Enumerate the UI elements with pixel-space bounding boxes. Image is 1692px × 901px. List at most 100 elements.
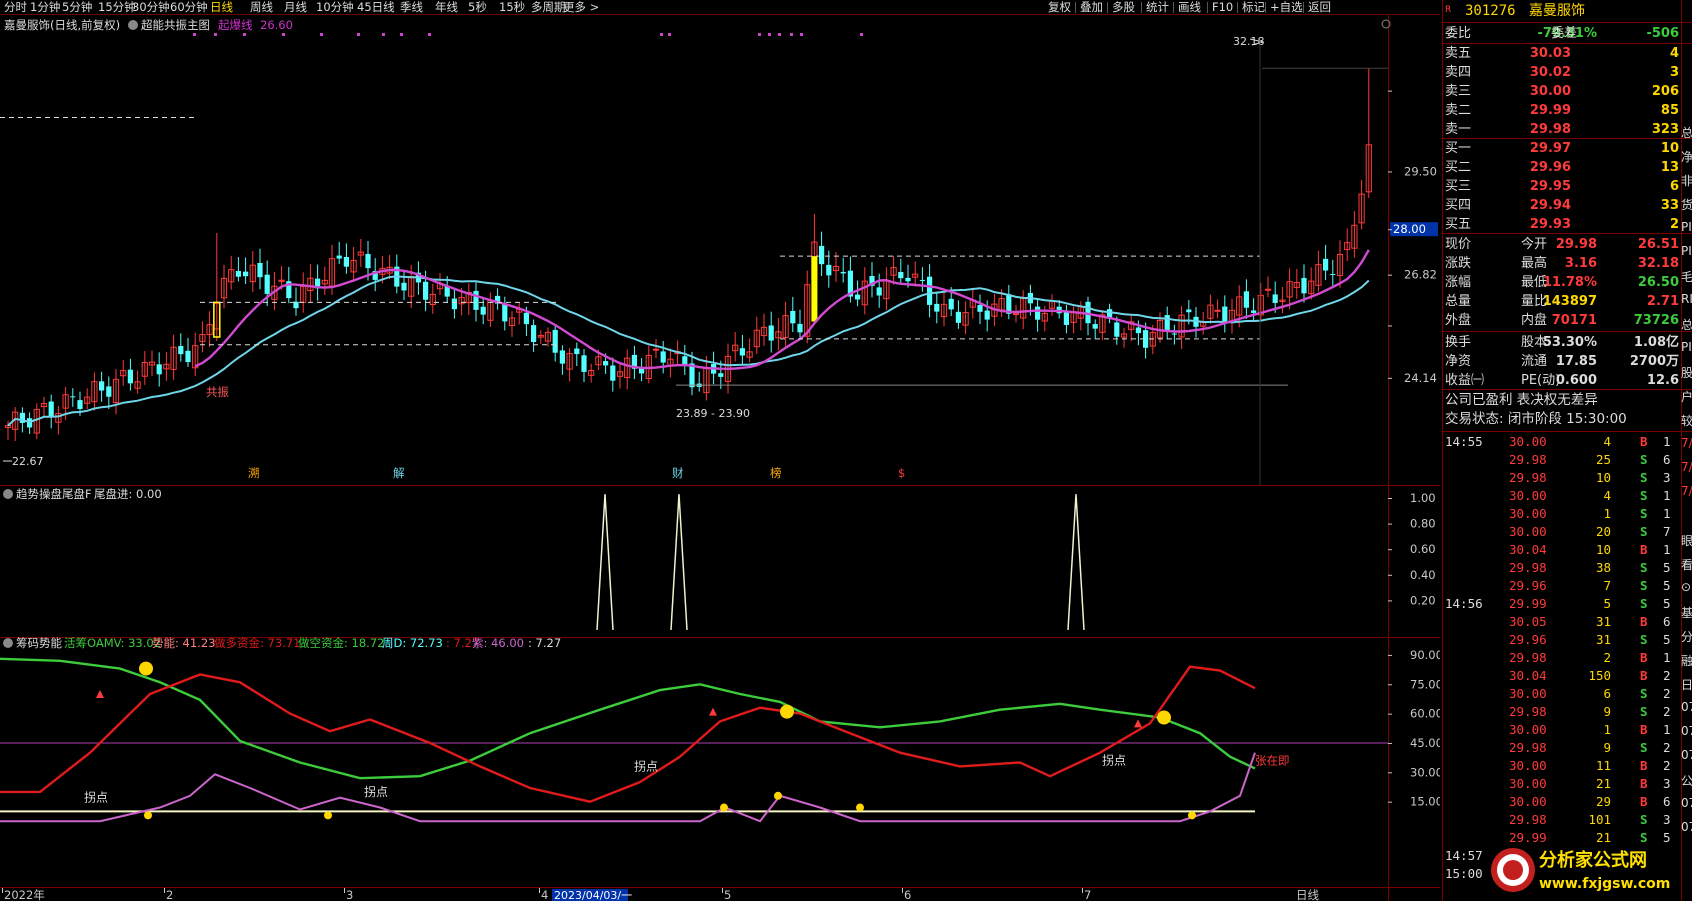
- ask-row[interactable]: 卖三 30.00 206: [1443, 82, 1681, 101]
- tick-volume: 38: [1595, 560, 1611, 575]
- tool-button-1[interactable]: 叠加: [1080, 0, 1103, 14]
- edge-char: 07: [1681, 724, 1692, 738]
- candle-body: [243, 271, 249, 277]
- period-tab-11[interactable]: 季线: [400, 0, 423, 14]
- bid-label: 买五: [1445, 217, 1472, 232]
- tick-row[interactable]: 30.00 1 B 1: [1443, 721, 1681, 739]
- tool-button-5[interactable]: F10: [1212, 0, 1233, 14]
- tick-price: 30.00: [1509, 794, 1547, 809]
- tick-row[interactable]: 14:56 29.99 5 S 5: [1443, 595, 1681, 613]
- period-tab-7[interactable]: 周线: [250, 0, 273, 14]
- stat-row: 涨幅 11.78% 最低 26.50: [1443, 273, 1681, 292]
- tool-button-2[interactable]: 多股: [1112, 0, 1135, 14]
- period-tab-12[interactable]: 年线: [435, 0, 458, 14]
- indicator-toggle-icon: [3, 638, 13, 648]
- sub1-title: 趋势操盘尾盘F: [16, 487, 92, 501]
- candle-body: [927, 276, 933, 305]
- kline-chart[interactable]: 嘉曼服饰(日线,前复权) 超能共振主图 起爆线 26.60 29.50 28.00 26.8…: [0, 15, 1440, 901]
- tick-row[interactable]: 29.96 31 S 5: [1443, 631, 1681, 649]
- sub2-field-0: 筹码势能: [16, 636, 62, 650]
- low-label: 22.67: [12, 455, 44, 468]
- ask-row[interactable]: 卖一 29.98 323: [1443, 120, 1681, 139]
- hand-icon: [1188, 811, 1196, 820]
- tick-row[interactable]: 29.98 38 S 5: [1443, 559, 1681, 577]
- turning-point-label: 拐点: [84, 790, 108, 805]
- period-tab-14[interactable]: 15秒: [499, 0, 525, 14]
- period-tab-6[interactable]: 日线: [210, 0, 233, 14]
- tick-row[interactable]: 29.98 25 S 6: [1443, 451, 1681, 469]
- candle-body: [581, 355, 587, 372]
- period-tab-10[interactable]: 45日线: [357, 0, 395, 14]
- period-tab-2[interactable]: 5分钟: [62, 0, 92, 14]
- edge-char: 眼: [1681, 534, 1692, 548]
- stock-header: R 301276 嘉曼服饰: [1443, 0, 1681, 22]
- period-tab-5[interactable]: 60分钟: [170, 0, 208, 14]
- tick-row[interactable]: 30.00 6 S 2: [1443, 685, 1681, 703]
- tick-row[interactable]: 30.00 29 B 6: [1443, 793, 1681, 811]
- tick-row[interactable]: 30.00 4 S 1: [1443, 487, 1681, 505]
- sub2-field-2: 势能: 41.23: [152, 636, 215, 650]
- tick-count: 1: [1663, 722, 1671, 737]
- bid-row[interactable]: 买四 29.94 33: [1443, 196, 1681, 215]
- signal-dot: [243, 33, 246, 36]
- tick-row[interactable]: 29.98 9 S 2: [1443, 703, 1681, 721]
- edge-char: 07: [1681, 796, 1692, 810]
- tick-row[interactable]: 29.98 9 S 2: [1443, 739, 1681, 757]
- event-marker: 溯: [248, 466, 260, 480]
- tick-row[interactable]: 30.04 10 B 1: [1443, 541, 1681, 559]
- candle-body: [984, 310, 990, 320]
- tool-button-0[interactable]: 复权: [1048, 0, 1071, 14]
- period-tab-16[interactable]: 更多 >: [563, 0, 599, 14]
- ask-row[interactable]: 卖四 30.02 3: [1443, 63, 1681, 82]
- candle-body: [1063, 311, 1069, 325]
- tick-row[interactable]: 29.98 2 B 1: [1443, 649, 1681, 667]
- tick-row[interactable]: 30.00 1 S 1: [1443, 505, 1681, 523]
- ask-label: 卖五: [1445, 46, 1472, 61]
- tool-button-7[interactable]: +自选: [1270, 0, 1303, 14]
- ask-row[interactable]: 卖二 29.99 85: [1443, 101, 1681, 120]
- ask-row[interactable]: 卖五 30.03 4: [1443, 44, 1681, 63]
- period-tab-8[interactable]: 月线: [284, 0, 307, 14]
- candle-body: [1264, 288, 1272, 291]
- candle-body: [1251, 310, 1257, 313]
- tick-count: 5: [1663, 560, 1671, 575]
- tick-volume: 20: [1595, 524, 1611, 539]
- bid-row[interactable]: 买一 29.97 10: [1443, 139, 1681, 158]
- period-tab-9[interactable]: 10分钟: [316, 0, 354, 14]
- tool-button-4[interactable]: 画线: [1178, 0, 1201, 14]
- period-tab-15[interactable]: 多周期: [531, 0, 566, 14]
- tick-row[interactable]: 30.04 150 B 2: [1443, 667, 1681, 685]
- period-tab-0[interactable]: 分时: [4, 0, 27, 14]
- period-tab-4[interactable]: 30分钟: [132, 0, 170, 14]
- bid-row[interactable]: 买三 29.95 6: [1443, 177, 1681, 196]
- price-label: 29.50: [1404, 164, 1437, 178]
- candle-body: [343, 256, 349, 267]
- stat-row-value: 29.98: [1555, 237, 1597, 252]
- bid-price: 29.95: [1529, 179, 1571, 194]
- weicha-label: 委差: [1551, 26, 1578, 41]
- tool-button-6[interactable]: 标记: [1242, 0, 1265, 14]
- candle-body: [660, 351, 666, 363]
- candle-body: [905, 277, 911, 282]
- tick-row[interactable]: 30.00 20 S 7: [1443, 523, 1681, 541]
- tool-button-3[interactable]: 统计: [1146, 0, 1169, 14]
- period-tab-3[interactable]: 15分钟: [98, 0, 136, 14]
- tool-button-8[interactable]: 返回: [1308, 0, 1331, 14]
- tick-row[interactable]: 30.00 11 B 2: [1443, 757, 1681, 775]
- period-tab-13[interactable]: 5秒: [468, 0, 487, 14]
- tick-row[interactable]: 30.00 21 B 3: [1443, 775, 1681, 793]
- period-tab-1[interactable]: 1分钟: [30, 0, 60, 14]
- tick-row[interactable]: 29.98 10 S 3: [1443, 469, 1681, 487]
- bid-row[interactable]: 买五 29.93 2: [1443, 215, 1681, 234]
- tick-row[interactable]: 30.05 31 B 6: [1443, 613, 1681, 631]
- edge-char: 融: [1681, 654, 1692, 668]
- tick-side: S: [1640, 578, 1648, 593]
- edge-char: 较: [1681, 414, 1692, 428]
- edge-char: 净: [1681, 150, 1692, 164]
- tick-row[interactable]: 29.98 101 S 3: [1443, 811, 1681, 829]
- candle-body: [264, 274, 270, 294]
- tick-row[interactable]: 29.96 7 S 5: [1443, 577, 1681, 595]
- tick-row[interactable]: 14:55 30.00 4 B 1: [1443, 433, 1681, 451]
- bid-row[interactable]: 买二 29.96 13: [1443, 158, 1681, 177]
- candle-body: [603, 361, 609, 366]
